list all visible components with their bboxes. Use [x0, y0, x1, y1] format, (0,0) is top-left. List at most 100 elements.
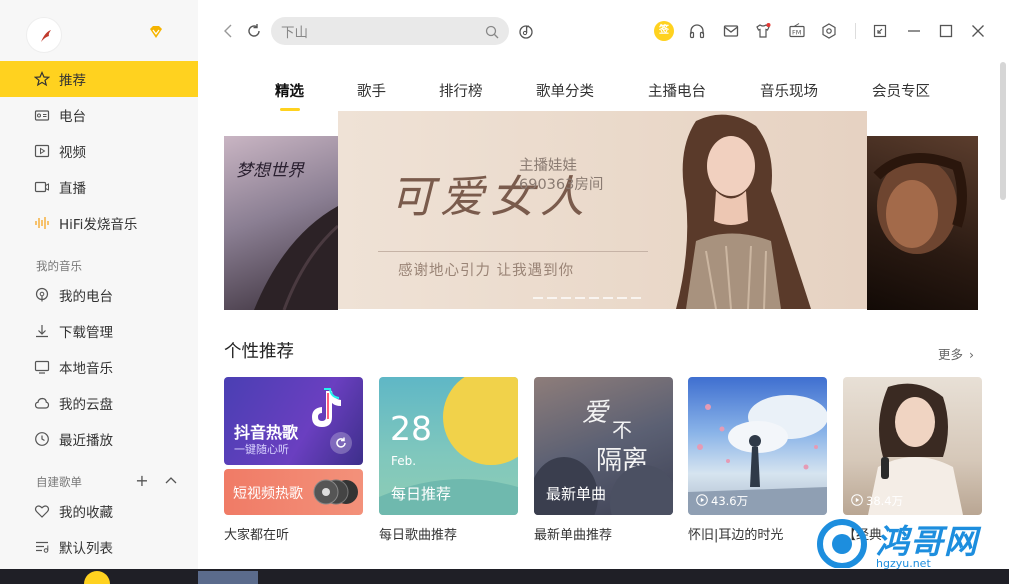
card-label[interactable]: 怀旧|耳边的时光 — [688, 524, 783, 543]
toolbar-divider — [855, 23, 856, 39]
maximize-icon[interactable] — [937, 22, 955, 40]
playlists-section-label: 自建歌单 — [36, 475, 82, 489]
tab-live-music[interactable]: 音乐现场 — [760, 80, 818, 101]
sidebar-item-label: 我的云盘 — [59, 397, 113, 413]
headphones-icon[interactable] — [688, 22, 706, 40]
vip-diamond-icon[interactable] — [148, 24, 164, 40]
playlist-card-new-single[interactable]: 爱 不 隔离 最新单曲 — [534, 377, 673, 515]
tab-playlist-categories[interactable]: 歌单分类 — [536, 80, 594, 101]
sidebar-item-label: 默认列表 — [59, 541, 113, 557]
sidebar-item-label: 直播 — [59, 181, 86, 197]
sign-in-badge[interactable]: 签 — [654, 21, 674, 41]
sidebar-item-video[interactable]: 视频 — [0, 133, 198, 169]
sidebar-item-default-list[interactable]: 默认列表 — [0, 529, 198, 565]
sidebar-item-recommend[interactable]: 推荐 — [0, 61, 198, 97]
vertical-scrollbar-thumb[interactable] — [1000, 62, 1006, 200]
sidebar-item-hifi[interactable]: HiFi发烧音乐 — [0, 205, 198, 241]
sidebar-item-downloads[interactable]: 下载管理 — [0, 313, 198, 349]
refresh-icon[interactable] — [330, 432, 352, 454]
short-video-card-title: 短视频热歌 — [233, 486, 303, 502]
card-label[interactable]: 大家都在听 — [224, 524, 289, 543]
svg-text:FM: FM — [792, 29, 801, 37]
fm-radio-icon[interactable]: FM — [788, 22, 806, 40]
sidebar-item-recent[interactable]: 最近播放 — [0, 421, 198, 457]
mini-mode-icon[interactable] — [871, 22, 889, 40]
playlist-card-classic[interactable]: 38.4万 — [843, 377, 982, 515]
banner-slide-main[interactable]: 可爱女人 主播娃娃 690363房间 感谢地心引力 让我遇到你 — [338, 111, 867, 309]
card-label[interactable]: 最新单曲推荐 — [534, 524, 612, 543]
banner-prev-title: 梦想世界 — [236, 161, 304, 181]
player-thumbnail[interactable] — [198, 571, 258, 584]
sidebar-item-cloud[interactable]: 我的云盘 — [0, 385, 198, 421]
douyin-logo-icon — [312, 388, 341, 427]
banner-host-room: 690363房间 — [519, 177, 604, 193]
search-box[interactable] — [271, 17, 509, 45]
banner-host-photo — [676, 114, 811, 309]
playlist-icon — [34, 539, 50, 555]
sidebar: 推荐 电台 视频 直播 HiFi发烧音乐 我的音乐 我的电台 下载管理 本地音乐… — [0, 0, 198, 569]
more-link-label: 更多 — [938, 347, 964, 362]
star-icon — [34, 71, 50, 87]
sidebar-item-label: HiFi发烧音乐 — [59, 217, 138, 233]
carousel-indicator[interactable] — [533, 297, 641, 299]
banner-slide-next[interactable] — [867, 136, 978, 310]
sidebar-item-live[interactable]: 直播 — [0, 169, 198, 205]
playlist-card-daily[interactable]: 28 Feb. 每日推荐 — [379, 377, 518, 515]
search-input[interactable] — [281, 23, 481, 39]
sidebar-item-label: 视频 — [59, 145, 86, 161]
mail-icon[interactable] — [722, 22, 740, 40]
daily-card-title: 每日推荐 — [391, 485, 452, 503]
sidebar-item-label: 推荐 — [59, 73, 86, 89]
vinyl-discs-icon — [313, 479, 358, 505]
avatar[interactable] — [26, 17, 62, 53]
sidebar-item-favorites[interactable]: 我的收藏 — [0, 493, 198, 529]
player-cover[interactable] — [84, 571, 110, 584]
music-recognize-icon[interactable] — [517, 22, 535, 40]
douyin-card-subtitle: 一键随心听 — [234, 443, 289, 456]
tab-featured[interactable]: 精选 — [275, 80, 304, 101]
skin-shirt-icon[interactable] — [754, 22, 772, 40]
sidebar-item-my-radio[interactable]: 我的电台 — [0, 277, 198, 313]
top-bar: 签 FM — [198, 0, 1009, 62]
hifi-wave-icon — [34, 215, 50, 231]
search-icon[interactable] — [485, 24, 499, 39]
watermark-text: 鸿哥网 — [876, 522, 978, 561]
app-window: 推荐 电台 视频 直播 HiFi发烧音乐 我的音乐 我的电台 下载管理 本地音乐… — [0, 0, 1009, 584]
playlist-card-douyin[interactable]: 抖音热歌 一键随心听 — [224, 377, 363, 465]
new-single-card-title: 最新单曲 — [546, 485, 607, 503]
sidebar-item-label: 我的电台 — [59, 289, 113, 305]
clock-icon — [34, 431, 50, 447]
refresh-icon[interactable] — [245, 22, 263, 40]
banner-divider — [378, 251, 648, 252]
douyin-card-title: 抖音热歌 — [234, 423, 299, 442]
card-label[interactable]: 每日歌曲推荐 — [379, 524, 457, 543]
back-arrow-icon[interactable] — [220, 22, 238, 40]
play-icon — [696, 493, 708, 509]
tab-singers[interactable]: 歌手 — [357, 80, 386, 101]
sidebar-item-local-music[interactable]: 本地音乐 — [0, 349, 198, 385]
svg-text:不: 不 — [612, 418, 632, 442]
collapse-chevron-icon[interactable] — [164, 474, 178, 488]
more-link[interactable]: 更多 › — [938, 344, 974, 363]
sidebar-item-radio[interactable]: 电台 — [0, 97, 198, 133]
add-playlist-icon[interactable]: + — [135, 473, 149, 489]
playlist-card-short-video[interactable]: 短视频热歌 — [224, 469, 363, 515]
sidebar-item-label: 最近播放 — [59, 433, 113, 449]
playlist-card-nostalgia[interactable]: 43.6万 — [688, 377, 827, 515]
banner-slide-prev[interactable]: 梦想世界 — [224, 136, 338, 310]
tab-anchor-radio[interactable]: 主播电台 — [648, 80, 706, 101]
daily-day: 28 — [390, 409, 432, 448]
close-icon[interactable] — [969, 22, 987, 40]
sidebar-item-label: 我的收藏 — [59, 505, 113, 521]
tab-vip-zone[interactable]: 会员专区 — [872, 80, 930, 101]
radio-icon — [34, 107, 50, 123]
svg-text:爱: 爱 — [582, 398, 610, 428]
sidebar-item-label: 电台 — [59, 109, 86, 125]
player-bar — [0, 569, 1009, 584]
settings-gear-icon[interactable] — [820, 22, 838, 40]
play-count: 43.6万 — [696, 493, 748, 509]
tab-charts[interactable]: 排行榜 — [439, 80, 483, 101]
my-music-section-label: 我的音乐 — [36, 259, 82, 273]
minimize-icon[interactable] — [905, 22, 923, 40]
cloud-icon — [34, 395, 50, 411]
